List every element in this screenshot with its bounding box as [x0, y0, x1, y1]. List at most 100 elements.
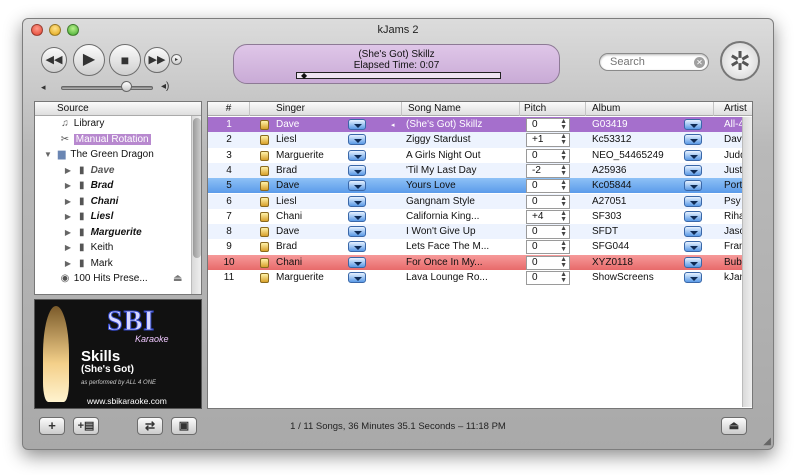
pitch-stepper[interactable]: -2 ▲ ▼ [526, 163, 570, 178]
pitch-stepper[interactable]: 0 ▲ ▼ [526, 179, 570, 194]
source-item-disc[interactable]: ◉ 100 Hits Prese... ⏏ [35, 271, 201, 287]
album-dropdown[interactable] [684, 272, 702, 283]
column-pitch[interactable]: Pitch [520, 102, 586, 116]
singer-dropdown[interactable] [348, 134, 366, 146]
table-scrollbar[interactable] [742, 117, 752, 407]
source-item-singer[interactable]: ▶ ▮ Chani [35, 194, 201, 210]
source-scroll-thumb[interactable] [193, 118, 201, 258]
column-album[interactable]: Album [586, 102, 714, 116]
stepper-arrows-icon[interactable]: ▲ ▼ [560, 271, 567, 284]
pitch-stepper[interactable]: +1 ▲ ▼ [526, 133, 570, 148]
column-number[interactable]: # [208, 102, 250, 116]
singer-dropdown[interactable] [348, 195, 366, 207]
table-row[interactable]: 11 Marguerite Lava Lounge Ro... 0 ▲ ▼ ShowScre… [208, 270, 752, 285]
source-item-singer[interactable]: ▶ ▮ Brad [35, 178, 201, 194]
show-artwork-button[interactable]: ▣ [171, 417, 197, 435]
table-row[interactable]: 9 Brad Lets Face The M... 0 ▲ ▼ SFG044 Frank [208, 239, 752, 255]
pitch-stepper[interactable]: 0 ▲ ▼ [526, 240, 570, 255]
close-window-button[interactable] [31, 24, 43, 36]
singer-dropdown[interactable] [348, 226, 366, 238]
singer-dropdown[interactable] [348, 119, 366, 130]
album-dropdown[interactable] [684, 149, 702, 161]
pitch-stepper[interactable]: 0 ▲ ▼ [526, 194, 570, 209]
table-row[interactable]: 2 Liesl Ziggy Stardust +1 ▲ ▼ Kc53312 David [208, 132, 752, 148]
disclosure-open-icon[interactable]: ▼ [43, 147, 53, 163]
eject-button[interactable]: ⏏ [721, 417, 747, 435]
volume-slider[interactable] [61, 86, 153, 90]
burn-icon[interactable]: ✲ [720, 41, 760, 81]
disclosure-closed-icon[interactable]: ▶ [63, 240, 73, 256]
source-item-singer[interactable]: ▶ ▮ Mark [35, 256, 201, 272]
pitch-stepper[interactable]: 0 ▲ ▼ [526, 225, 570, 240]
source-item-singer[interactable]: ▶ ▮ Dave [35, 163, 201, 179]
album-dropdown[interactable] [684, 226, 702, 238]
album-dropdown[interactable] [684, 210, 702, 222]
search-input[interactable] [610, 56, 690, 68]
singer-dropdown[interactable] [348, 256, 366, 268]
album-dropdown[interactable] [684, 134, 702, 146]
album-dropdown[interactable] [684, 195, 702, 207]
disclosure-closed-icon[interactable]: ▶ [63, 209, 73, 225]
album-dropdown[interactable] [684, 119, 702, 130]
progress-bar[interactable]: ◆ [296, 71, 501, 80]
pitch-stepper[interactable]: +4 ▲ ▼ [526, 209, 570, 224]
source-item-singer[interactable]: ▶ ▮ Marguerite [35, 225, 201, 241]
singer-dropdown[interactable] [348, 164, 366, 176]
rewind-button[interactable]: ◀◀ [41, 47, 67, 73]
pitch-stepper[interactable]: 0 ▲ ▼ [526, 148, 570, 163]
stepper-arrows-icon[interactable]: ▲ ▼ [560, 210, 567, 223]
resize-grip-icon[interactable]: ◢ [763, 436, 771, 447]
add-button[interactable]: + [39, 417, 65, 435]
source-item-library[interactable]: ♫ Library [35, 116, 201, 132]
next-button[interactable]: ▸ [171, 54, 182, 65]
singer-dropdown[interactable] [348, 272, 366, 283]
table-row[interactable]: 5 Dave Yours Love 0 ▲ ▼ Kc05844 Porte [208, 178, 752, 194]
source-item-singer[interactable]: ▶ ▮ Liesl [35, 209, 201, 225]
add-playlist-button[interactable]: +▤ [73, 417, 99, 435]
source-scrollbar[interactable] [191, 116, 201, 294]
pitch-stepper[interactable]: 0 ▲ ▼ [526, 271, 570, 285]
stepper-arrows-icon[interactable]: ▲ ▼ [560, 179, 567, 192]
column-song-name[interactable]: Song Name [402, 102, 520, 116]
zoom-window-button[interactable] [67, 24, 79, 36]
stepper-arrows-icon[interactable]: ▲ ▼ [560, 195, 567, 208]
disclosure-closed-icon[interactable]: ▶ [63, 194, 73, 210]
disclosure-closed-icon[interactable]: ▶ [63, 225, 73, 241]
play-button[interactable]: ▶ [73, 44, 105, 76]
table-row[interactable]: 6 Liesl Gangnam Style 0 ▲ ▼ A27051 Psy [208, 193, 752, 209]
singer-dropdown[interactable] [348, 241, 366, 253]
stepper-arrows-icon[interactable]: ▲ ▼ [560, 256, 567, 269]
minimize-window-button[interactable] [49, 24, 61, 36]
disclosure-closed-icon[interactable]: ▶ [63, 163, 73, 179]
stepper-arrows-icon[interactable]: ▲ ▼ [560, 164, 567, 177]
table-row[interactable]: 7 Chani California King... +4 ▲ ▼ SF303 Rihan [208, 209, 752, 224]
stepper-arrows-icon[interactable]: ▲ ▼ [560, 149, 567, 162]
album-dropdown[interactable] [684, 180, 702, 192]
source-item-manual-rotation[interactable]: ✂ Manual Rotation [35, 132, 201, 148]
table-row[interactable]: 8 Dave I Won't Give Up 0 ▲ ▼ SFDT Jason [208, 224, 752, 240]
eject-disc-icon[interactable]: ⏏ [173, 271, 182, 287]
pitch-stepper[interactable]: 0 ▲ ▼ [526, 118, 570, 132]
source-item-singer[interactable]: ▶ ▮ Keith [35, 240, 201, 256]
column-artist[interactable]: Artist [714, 102, 752, 116]
singer-dropdown[interactable] [348, 180, 366, 192]
stepper-arrows-icon[interactable]: ▲ ▼ [560, 118, 567, 131]
stepper-arrows-icon[interactable]: ▲ ▼ [560, 240, 567, 253]
table-row[interactable]: 10 Chani For Once In My... 0 ▲ ▼ XYZ0118 Buble [208, 254, 752, 270]
repeat-button[interactable]: ⇄ [137, 417, 163, 435]
fast-forward-button[interactable]: ▶▶ [144, 47, 170, 73]
volume-knob[interactable] [121, 81, 132, 92]
singer-dropdown[interactable] [348, 210, 366, 222]
disclosure-closed-icon[interactable]: ▶ [63, 178, 73, 194]
table-row[interactable]: 3 Marguerite A Girls Night Out 0 ▲ ▼ NEO_54465… [208, 148, 752, 163]
source-item-green-dragon[interactable]: ▼ ▆ The Green Dragon [35, 147, 201, 163]
disclosure-closed-icon[interactable]: ▶ [63, 256, 73, 272]
pitch-stepper[interactable]: 0 ▲ ▼ [526, 255, 570, 270]
table-row[interactable]: 1 Dave ◂ (She's Got) Skillz 0 ▲ ▼ G03419 All-4- [208, 117, 752, 133]
stepper-arrows-icon[interactable]: ▲ ▼ [560, 133, 567, 146]
source-header[interactable]: Source [35, 102, 201, 116]
singer-dropdown[interactable] [348, 149, 366, 161]
album-dropdown[interactable] [684, 164, 702, 176]
clear-search-icon[interactable]: ✕ [694, 57, 705, 68]
stepper-arrows-icon[interactable]: ▲ ▼ [560, 225, 567, 238]
